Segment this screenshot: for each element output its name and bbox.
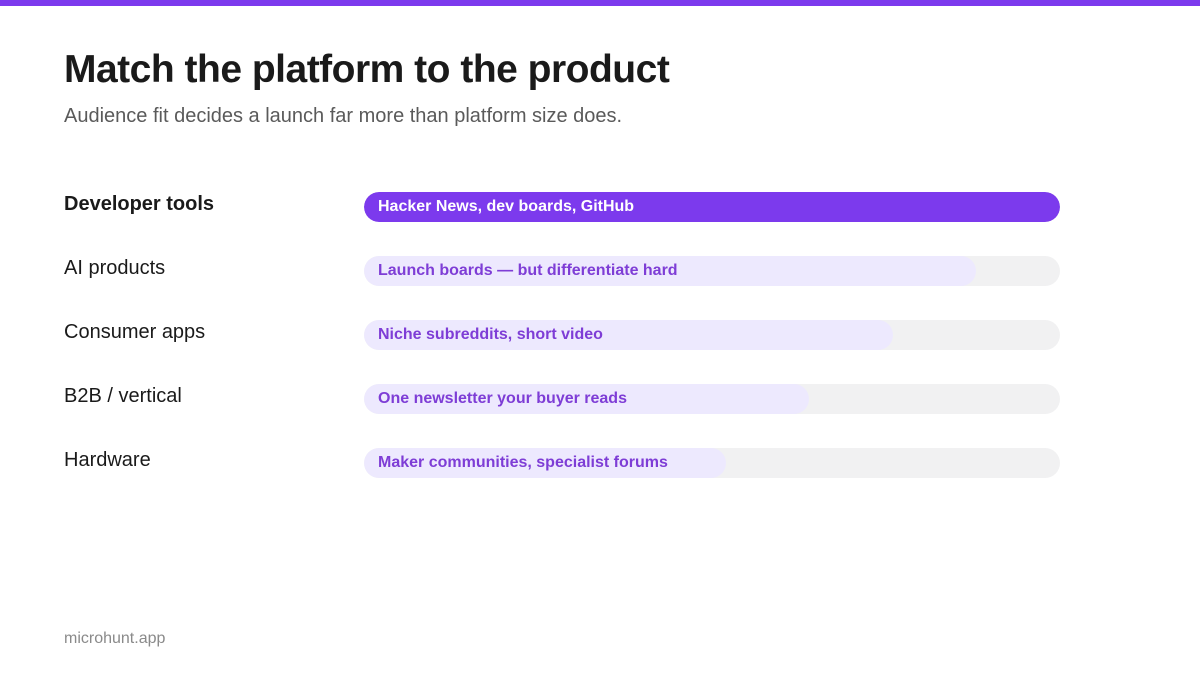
fit-row-consumer-apps: Consumer apps Niche subreddits, short vi… bbox=[64, 318, 1064, 382]
fit-track: Hacker News, dev boards, GitHub bbox=[364, 192, 1060, 222]
slide-subtitle: Audience fit decides a launch far more t… bbox=[64, 105, 623, 127]
bar-text: Maker communities, specialist forums bbox=[378, 454, 668, 471]
fit-track: Launch boards — but differentiate hard bbox=[364, 256, 1060, 286]
row-label: AI products bbox=[64, 257, 166, 279]
row-label: Developer tools bbox=[64, 193, 215, 215]
row-label: Hardware bbox=[64, 449, 151, 471]
fit-track: One newsletter your buyer reads bbox=[364, 384, 1060, 414]
row-label: B2B / vertical bbox=[64, 385, 182, 407]
platform-fit-list: Developer tools Hacker News, dev boards,… bbox=[64, 190, 1064, 510]
fit-row-hardware: Hardware Maker communities, specialist f… bbox=[64, 446, 1064, 510]
bar-text: Niche subreddits, short video bbox=[378, 326, 603, 343]
slide-title: Match the platform to the product bbox=[64, 48, 670, 91]
fit-row-developer-tools: Developer tools Hacker News, dev boards,… bbox=[64, 190, 1064, 254]
fit-track: Niche subreddits, short video bbox=[364, 320, 1060, 350]
fit-row-b2b-vertical: B2B / vertical One newsletter your buyer… bbox=[64, 382, 1064, 446]
bar-text: Launch boards — but differentiate hard bbox=[378, 262, 678, 279]
fit-track: Maker communities, specialist forums bbox=[364, 448, 1060, 478]
bar-text: Hacker News, dev boards, GitHub bbox=[378, 198, 635, 215]
fit-row-ai-products: AI products Launch boards — but differen… bbox=[64, 254, 1064, 318]
bar-text: One newsletter your buyer reads bbox=[378, 390, 627, 407]
row-label: Consumer apps bbox=[64, 321, 206, 343]
top-accent-bar bbox=[0, 0, 1200, 6]
footer-brand: microhunt.app bbox=[64, 630, 166, 647]
